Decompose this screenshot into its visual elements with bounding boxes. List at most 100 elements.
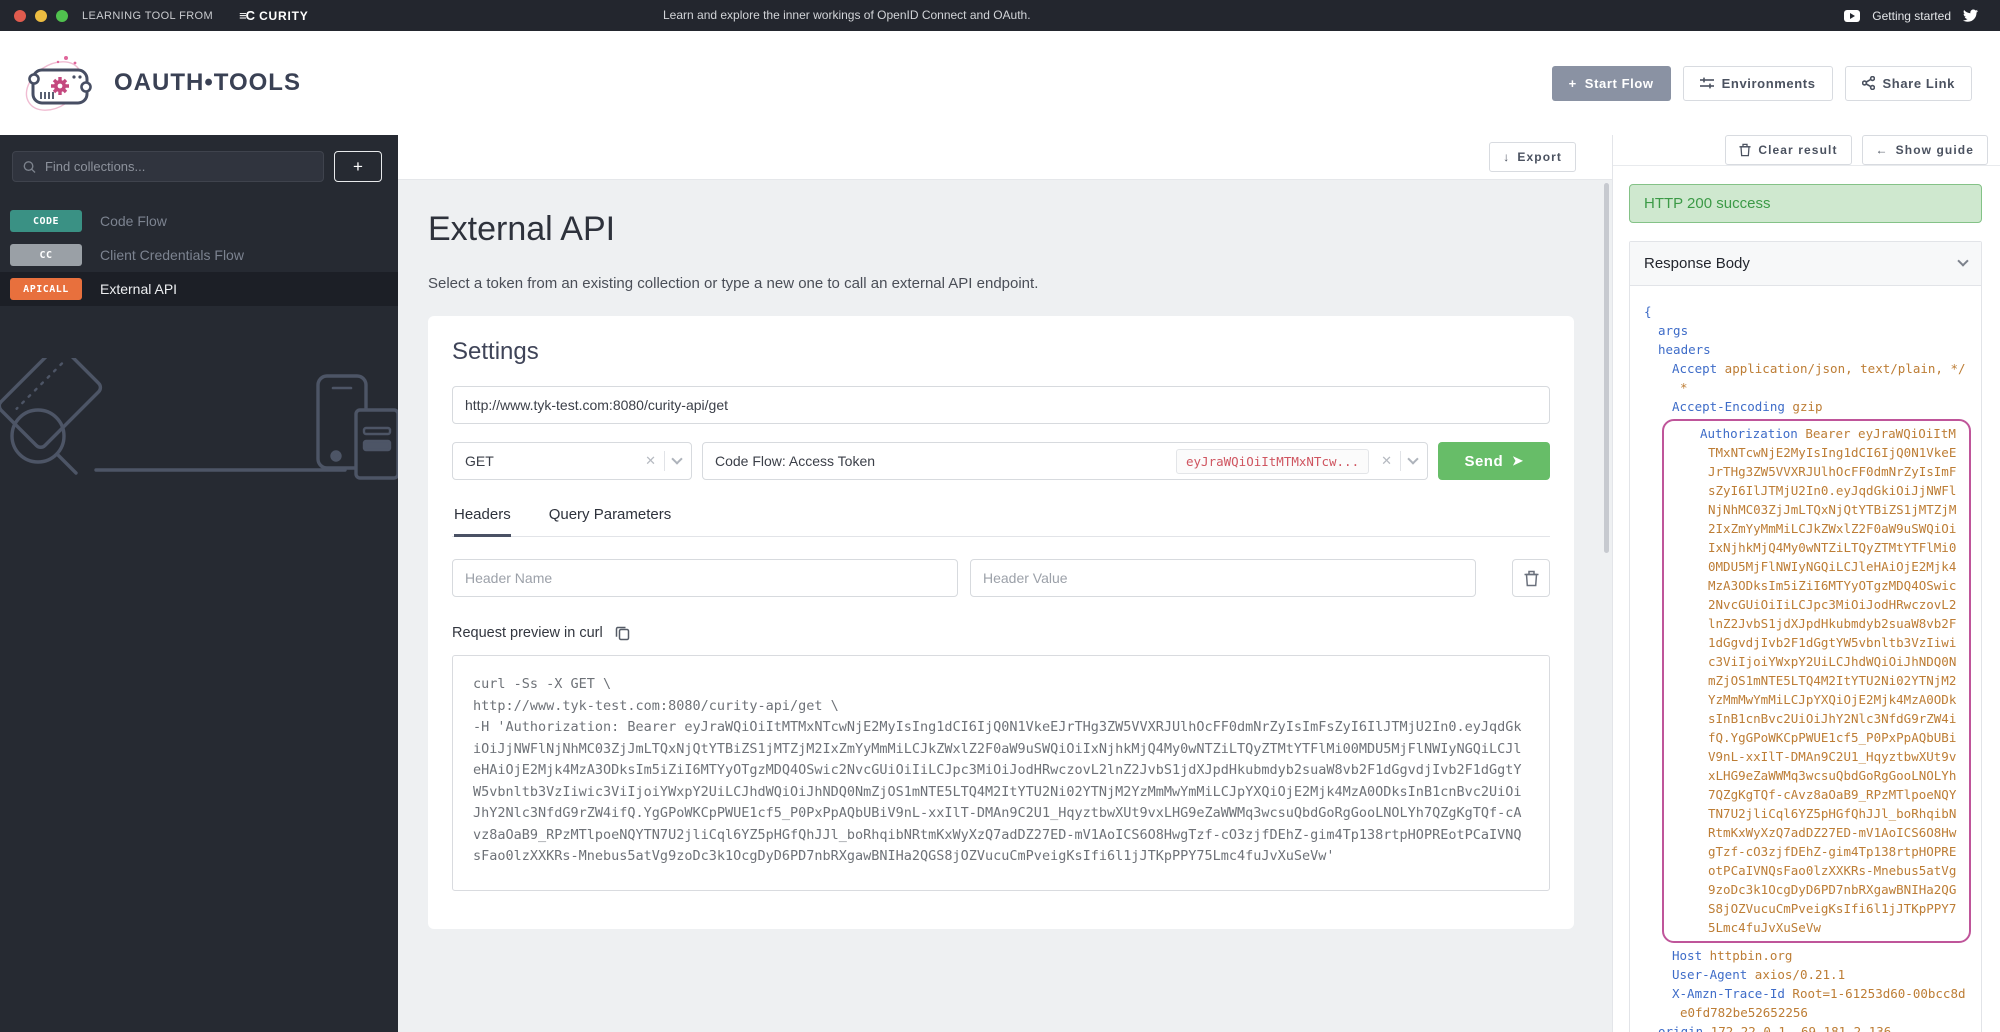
collection-item-client-credentials-flow[interactable]: CC Client Credentials Flow: [0, 238, 398, 272]
search-icon: [23, 160, 36, 173]
main-scrollbar[interactable]: [1604, 183, 1609, 553]
trash-icon: [1524, 570, 1538, 586]
add-collection-button[interactable]: +: [334, 151, 382, 182]
json-value: gzip: [1784, 399, 1823, 414]
main-area: ↓ Export External API Select a token fro…: [398, 135, 1612, 1032]
json-entry-x-amzn-trace-id: X-Amzn-Trace-Id Root=1-61253d60-00bcc8de…: [1636, 984, 1971, 1022]
json-brace: {: [1644, 304, 1652, 319]
response-json: { args headers Accept application/json, tex…: [1630, 286, 1981, 1032]
sliders-icon: [1699, 77, 1714, 89]
window-controls[interactable]: [14, 9, 68, 22]
http-status-banner: HTTP 200 success: [1629, 184, 1982, 223]
send-button[interactable]: Send ➤: [1438, 442, 1550, 480]
response-body-section: Response Body { args headers Accept applica…: [1629, 241, 1982, 1032]
json-entry-accept: Accept application/json, text/plain, */*: [1636, 359, 1971, 397]
plus-icon: +: [1568, 75, 1577, 91]
learning-tool-label: LEARNING TOOL FROM: [82, 9, 214, 22]
maximize-window-icon[interactable]: [56, 9, 68, 22]
curity-logo-icon: ≡C: [239, 8, 255, 23]
json-entry-accept-encoding: Accept-Encoding gzip: [1636, 397, 1971, 416]
show-guide-button[interactable]: ← Show guide: [1861, 135, 1988, 165]
collections-list: CODE Code Flow CC Client Credentials Flow AP…: [0, 204, 398, 306]
json-entry-headers: headers: [1636, 340, 1971, 359]
json-key: Host: [1672, 948, 1703, 963]
json-value: Bearer eyJraWQiOiItMTMxNTcwNjE2MyIsIng1d…: [1708, 426, 1957, 935]
json-value: application/json, text/plain, */*: [1680, 361, 1966, 395]
result-panel: Clear result ← Show guide HTTP 200 succe…: [1612, 135, 2000, 1032]
minimize-window-icon[interactable]: [35, 9, 47, 22]
tab-query-parameters[interactable]: Query Parameters: [549, 506, 672, 536]
header-value-input[interactable]: [970, 559, 1476, 597]
collection-item-external-api[interactable]: APICALL External API: [0, 272, 398, 306]
clear-token-icon[interactable]: ✕: [1381, 453, 1392, 469]
json-key: origin: [1658, 1024, 1704, 1032]
clear-result-button[interactable]: Clear result: [1725, 135, 1852, 165]
delete-header-button[interactable]: [1512, 559, 1550, 597]
collection-badge: CC: [10, 244, 82, 266]
json-value: axios/0.21.1: [1747, 967, 1846, 982]
curity-logo[interactable]: ≡C CURITY: [239, 8, 308, 23]
share-link-button[interactable]: Share Link: [1844, 65, 1972, 101]
download-icon: ↓: [1503, 150, 1511, 164]
copy-curl-button[interactable]: [615, 625, 630, 641]
settings-card: Settings GET ✕ Code Flow: Access Token: [428, 316, 1574, 929]
collection-label: Code Flow: [100, 213, 167, 229]
json-entry-origin: origin 172.22.0.1, 69.181.2.136: [1636, 1022, 1971, 1032]
json-key: Accept: [1672, 361, 1718, 376]
request-tabs: Headers Query Parameters: [452, 506, 1550, 537]
collection-badge: CODE: [10, 210, 82, 232]
chevron-down-icon: [1957, 255, 1969, 267]
curl-command-preview: curl -Ss -X GET \ http://www.tyk-test.co…: [452, 655, 1550, 891]
logo-wordmark: OAUTH•TOOLS: [114, 69, 301, 96]
endpoint-url-input[interactable]: [452, 386, 1550, 424]
json-key: X-Amzn-Trace-Id: [1672, 986, 1785, 1001]
header-name-input[interactable]: [452, 559, 958, 597]
page-title: External API: [428, 210, 616, 248]
clear-method-icon[interactable]: ✕: [645, 453, 656, 469]
chevron-down-icon[interactable]: [671, 452, 683, 465]
json-value: httpbin.org: [1702, 948, 1793, 963]
json-key: Accept-Encoding: [1672, 399, 1785, 414]
oauth-tools-logo-icon: [25, 56, 92, 111]
json-entry-args: args: [1636, 321, 1971, 340]
twitter-icon[interactable]: [1963, 9, 1978, 22]
collection-label: Client Credentials Flow: [100, 247, 244, 263]
getting-started-link[interactable]: Getting started: [1872, 9, 1951, 23]
copy-icon: [615, 626, 629, 641]
curl-preview-label: Request preview in curl: [452, 625, 603, 641]
access-token-chip[interactable]: eyJraWQiOiItMTMxNTcw...: [1176, 448, 1370, 474]
arrow-left-icon: ←: [1875, 143, 1889, 157]
tab-headers[interactable]: Headers: [454, 506, 511, 537]
collections-search[interactable]: [12, 151, 324, 182]
share-icon: [1861, 76, 1875, 90]
search-input[interactable]: [44, 159, 313, 174]
json-entry-user-agent: User-Agent axios/0.21.1: [1636, 965, 1971, 984]
json-value: 172.22.0.1, 69.181.2.136: [1703, 1024, 1892, 1032]
app-header: OAUTH•TOOLS + Start Flow Environments Sh…: [0, 31, 2000, 135]
json-key: headers: [1658, 342, 1711, 357]
youtube-play-icon[interactable]: [1844, 9, 1861, 22]
environments-button[interactable]: Environments: [1682, 65, 1833, 101]
page-subtitle: Select a token from an existing collecti…: [428, 275, 1039, 292]
collections-sidebar: + CODE Code Flow CC Client Credentials Flow…: [0, 135, 398, 1032]
token-select[interactable]: Code Flow: Access Token eyJraWQiOiItMTMx…: [702, 442, 1428, 480]
oauth-tools-logo[interactable]: OAUTH•TOOLS: [22, 50, 301, 116]
os-title-bar: LEARNING TOOL FROM ≡C CURITY Learn and e…: [0, 0, 2000, 31]
send-arrow-icon: ➤: [1512, 453, 1524, 468]
collection-badge: APICALL: [10, 278, 82, 300]
settings-heading: Settings: [452, 338, 539, 365]
response-body-toggle[interactable]: Response Body: [1630, 242, 1981, 286]
json-entry-host: Host httpbin.org: [1636, 946, 1971, 965]
json-key: User-Agent: [1672, 967, 1748, 982]
close-window-icon[interactable]: [14, 9, 26, 22]
api-call-illustration: [0, 358, 398, 480]
start-flow-button[interactable]: + Start Flow: [1551, 65, 1671, 101]
export-button[interactable]: ↓ Export: [1489, 142, 1576, 172]
authorization-token-highlight: Authorization Bearer eyJraWQiOiItMTMxNTc…: [1662, 419, 1971, 943]
http-method-select[interactable]: GET ✕: [452, 442, 692, 480]
json-key: Authorization: [1700, 426, 1798, 441]
chevron-down-icon[interactable]: [1407, 452, 1419, 465]
trash-icon: [1739, 143, 1751, 157]
collection-item-code-flow[interactable]: CODE Code Flow: [0, 204, 398, 238]
json-key: args: [1658, 323, 1689, 338]
